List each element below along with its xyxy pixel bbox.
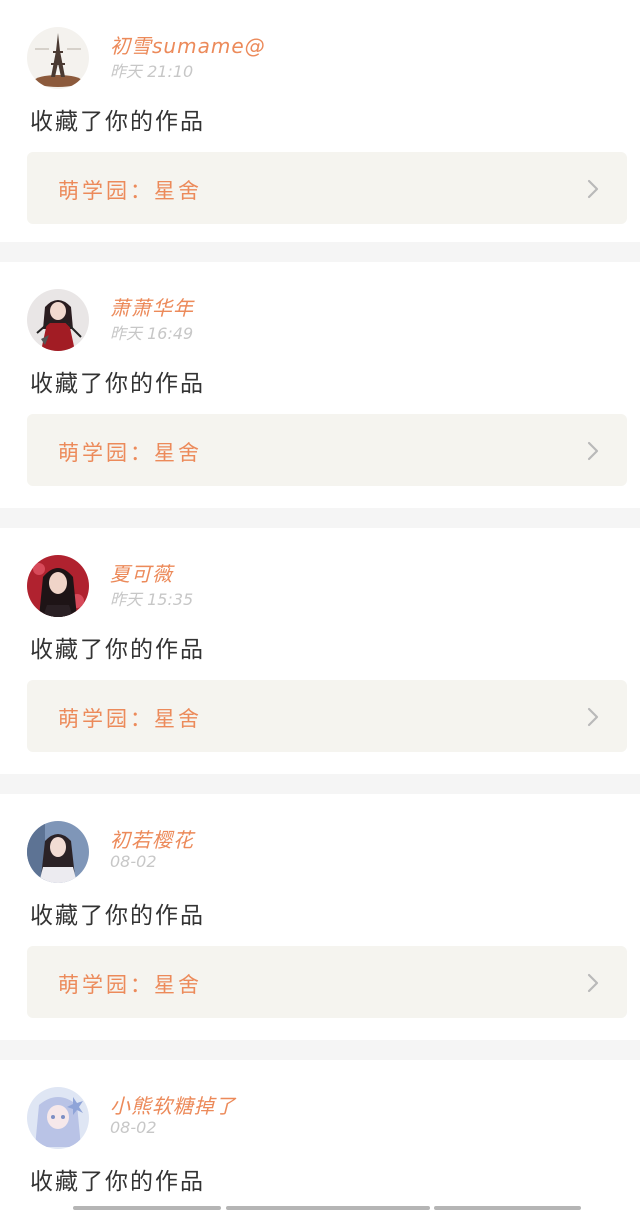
username[interactable]: 小熊软糖掉了 — [110, 1090, 236, 1119]
work-link-card[interactable]: 萌学园：星舍 — [27, 414, 627, 486]
scroll-indicator — [226, 1206, 430, 1210]
work-link-card[interactable]: 萌学园：星舍 — [27, 680, 627, 752]
chevron-right-icon — [587, 707, 599, 727]
work-title: 萌学园：星舍 — [58, 441, 202, 465]
action-text: 收藏了你的作品 — [30, 109, 205, 135]
girl-red-background-avatar-icon — [27, 555, 89, 617]
notification-card: 萧萧华年 昨天 16:49 收藏了你的作品 萌学园：星舍 — [0, 262, 640, 508]
notification-card: 初若樱花 08-02 收藏了你的作品 萌学园：星舍 — [0, 794, 640, 1040]
anime-warrior-avatar-icon — [27, 289, 89, 351]
avatar[interactable] — [27, 821, 89, 883]
work-title: 萌学园：星舍 — [58, 707, 202, 731]
girl-portrait-avatar-icon — [27, 821, 89, 883]
eiffel-tower-avatar-icon — [27, 27, 89, 89]
notification-card: 夏可薇 昨天 15:35 收藏了你的作品 萌学园：星舍 — [0, 528, 640, 774]
avatar[interactable] — [27, 27, 89, 89]
notification-card: 小熊软糖掉了 08-02 收藏了你的作品 — [0, 1060, 640, 1210]
username[interactable]: 萧萧华年 — [110, 292, 194, 321]
timestamp: 昨天 16:49 — [110, 324, 194, 343]
scroll-indicator — [434, 1206, 581, 1210]
chevron-right-icon — [587, 441, 599, 461]
notification-feed: 初雪sumame@ 昨天 21:10 收藏了你的作品 萌学园：星舍 萧萧华年 昨… — [0, 0, 640, 1210]
anime-girl-blue-avatar-icon — [27, 1087, 89, 1149]
action-text: 收藏了你的作品 — [30, 903, 205, 929]
timestamp: 昨天 15:35 — [110, 590, 194, 609]
chevron-right-icon — [587, 179, 599, 199]
timestamp: 08-02 — [110, 1118, 157, 1137]
timestamp: 昨天 21:10 — [110, 62, 194, 81]
chevron-right-icon — [587, 973, 599, 993]
work-title: 萌学园：星舍 — [58, 973, 202, 997]
work-link-card[interactable]: 萌学园：星舍 — [27, 946, 627, 1018]
avatar[interactable] — [27, 289, 89, 351]
notification-card: 初雪sumame@ 昨天 21:10 收藏了你的作品 萌学园：星舍 — [0, 0, 640, 242]
avatar[interactable] — [27, 1087, 89, 1149]
timestamp: 08-02 — [110, 852, 157, 871]
action-text: 收藏了你的作品 — [30, 637, 205, 663]
action-text: 收藏了你的作品 — [30, 1169, 205, 1195]
username[interactable]: 夏可薇 — [110, 558, 173, 587]
username[interactable]: 初若樱花 — [110, 824, 194, 853]
username[interactable]: 初雪sumame@ — [110, 30, 266, 59]
work-link-card[interactable]: 萌学园：星舍 — [27, 152, 627, 224]
avatar[interactable] — [27, 555, 89, 617]
action-text: 收藏了你的作品 — [30, 371, 205, 397]
work-title: 萌学园：星舍 — [58, 179, 202, 203]
scroll-indicator — [73, 1206, 221, 1210]
